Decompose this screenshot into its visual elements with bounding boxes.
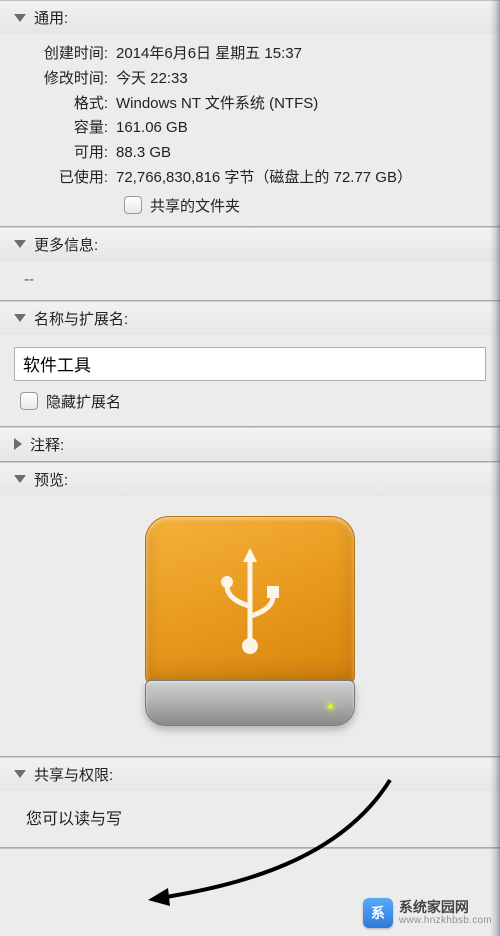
- preview-area: [0, 496, 500, 756]
- section-preview: 预览:: [0, 462, 500, 757]
- watermark: 系 系统家园网 www.hnzkhbsb.com: [363, 898, 492, 928]
- section-header-more-info[interactable]: 更多信息:: [0, 228, 500, 261]
- checkbox-shared-folder[interactable]: [124, 196, 142, 214]
- section-title-comments: 注释:: [30, 434, 64, 455]
- disclosure-down-icon: [14, 314, 26, 322]
- value-modified: 今天 22:33: [116, 68, 486, 90]
- disclosure-down-icon: [14, 14, 26, 22]
- section-body-general: 创建时间: 2014年6月6日 星期五 15:37 修改时间: 今天 22:33…: [0, 34, 500, 226]
- watermark-title: 系统家园网: [399, 900, 492, 915]
- permission-text: 您可以读与写: [14, 797, 486, 837]
- section-body-name-ext: 隐藏扩展名: [0, 335, 500, 426]
- label-created: 创建时间:: [14, 43, 116, 65]
- value-format: Windows NT 文件系统 (NTFS): [116, 93, 486, 115]
- section-title-more-info: 更多信息:: [34, 234, 98, 255]
- usb-symbol-icon: [205, 546, 295, 656]
- section-header-sharing-permissions[interactable]: 共享与权限:: [0, 758, 500, 791]
- disclosure-right-icon: [14, 438, 22, 450]
- section-title-sharing-permissions: 共享与权限:: [34, 764, 113, 785]
- disclosure-down-icon: [14, 475, 26, 483]
- section-title-preview: 预览:: [34, 469, 68, 490]
- label-modified: 修改时间:: [14, 68, 116, 90]
- watermark-url: www.hnzkhbsb.com: [399, 915, 492, 926]
- usb-drive-icon: [145, 516, 355, 726]
- section-more-info: 更多信息: --: [0, 227, 500, 301]
- value-capacity: 161.06 GB: [116, 117, 486, 139]
- section-body-sharing-permissions: 您可以读与写: [0, 791, 500, 847]
- label-hide-extension: 隐藏扩展名: [46, 391, 121, 412]
- section-comments: 注释:: [0, 427, 500, 462]
- section-title-general: 通用:: [34, 7, 68, 28]
- label-capacity: 容量:: [14, 117, 116, 139]
- label-used: 已使用:: [14, 167, 116, 189]
- section-body-more-info: --: [0, 261, 500, 300]
- section-header-general[interactable]: 通用:: [0, 1, 500, 34]
- label-available: 可用:: [14, 142, 116, 164]
- window-edge: [490, 0, 500, 936]
- label-format: 格式:: [14, 93, 116, 115]
- section-header-comments[interactable]: 注释:: [0, 428, 500, 461]
- value-available: 88.3 GB: [116, 142, 486, 164]
- section-general: 通用: 创建时间: 2014年6月6日 星期五 15:37 修改时间: 今天 2…: [0, 1, 500, 227]
- label-shared-folder: 共享的文件夹: [150, 195, 240, 216]
- drive-led-icon: [327, 703, 334, 710]
- value-used: 72,766,830,816 字节（磁盘上的 72.77 GB）: [116, 167, 486, 189]
- watermark-logo-icon: 系: [363, 898, 393, 928]
- section-name-ext: 名称与扩展名: 隐藏扩展名: [0, 301, 500, 427]
- checkbox-hide-extension[interactable]: [20, 392, 38, 410]
- section-sharing-permissions: 共享与权限: 您可以读与写: [0, 757, 500, 848]
- section-title-name-ext: 名称与扩展名:: [34, 308, 128, 329]
- value-created: 2014年6月6日 星期五 15:37: [116, 43, 486, 65]
- disclosure-down-icon: [14, 770, 26, 778]
- section-header-preview[interactable]: 预览:: [0, 463, 500, 496]
- name-input[interactable]: [14, 347, 486, 381]
- more-info-content: --: [14, 267, 486, 290]
- section-header-name-ext[interactable]: 名称与扩展名:: [0, 302, 500, 335]
- disclosure-down-icon: [14, 240, 26, 248]
